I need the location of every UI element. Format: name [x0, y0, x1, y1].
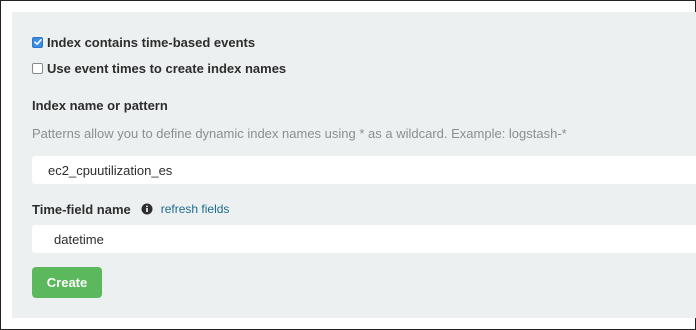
time-based-events-label: Index contains time-based events: [47, 34, 256, 50]
checkmark-icon: [33, 39, 42, 45]
time-field-label-row: Time-field name refresh fields: [32, 200, 229, 218]
index-pattern-label: Index name or pattern: [32, 98, 168, 113]
refresh-fields-link[interactable]: refresh fields: [161, 202, 230, 216]
index-pattern-input[interactable]: [32, 156, 696, 184]
event-times-label: Use event times to create index names: [47, 60, 287, 76]
time-based-events-checkbox[interactable]: [32, 36, 43, 48]
create-button[interactable]: Create: [32, 267, 102, 298]
index-pattern-help-text: Patterns allow you to define dynamic ind…: [32, 126, 567, 141]
window-frame: Index contains time-based events Use eve…: [0, 0, 696, 330]
time-field-input[interactable]: [32, 225, 696, 253]
time-field-label: Time-field name: [32, 201, 131, 217]
index-pattern-form-panel: Index contains time-based events Use eve…: [12, 12, 696, 318]
event-times-checkbox[interactable]: [32, 62, 43, 74]
time-based-events-checkbox-row[interactable]: Index contains time-based events: [32, 33, 255, 51]
info-icon: [141, 203, 153, 215]
event-times-checkbox-row[interactable]: Use event times to create index names: [32, 59, 286, 77]
